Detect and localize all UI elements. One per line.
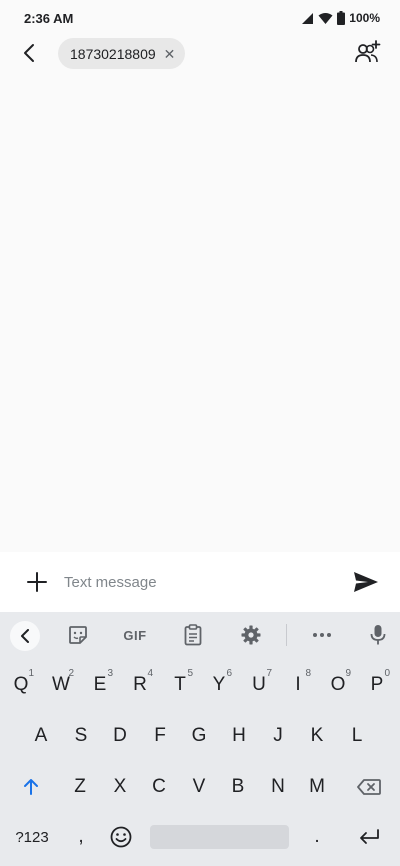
more-button[interactable] [310,623,334,647]
emoji-icon [110,826,132,848]
key-y[interactable]: Y6 [200,665,238,705]
battery-level: 100% [349,11,380,25]
send-icon [354,572,378,592]
clipboard-button[interactable] [181,623,205,647]
key-l[interactable]: L [338,716,376,756]
key-n[interactable]: N [259,767,297,807]
key-b[interactable]: B [219,767,257,807]
key-v[interactable]: V [180,767,218,807]
send-button[interactable] [352,568,380,596]
backspace-icon [357,779,381,795]
comma-key[interactable]: , [62,817,100,857]
sticker-button[interactable] [66,623,90,647]
key-r[interactable]: R4 [121,665,159,705]
clipboard-icon [184,624,202,646]
shift-icon [24,779,38,795]
chevron-left-icon [21,629,29,643]
space-key[interactable] [150,825,289,849]
sticker-icon [69,626,87,644]
back-arrow-icon [24,44,34,62]
key-h[interactable]: H [220,716,258,756]
emoji-key[interactable] [102,817,140,857]
message-input[interactable] [64,570,334,594]
add-people-button[interactable] [354,39,382,67]
enter-key[interactable] [346,817,392,857]
back-button[interactable] [16,40,42,66]
key-k[interactable]: K [298,716,336,756]
plus-icon [27,572,47,592]
status-bar: 2:36 AM 100% [0,0,400,36]
gear-icon [241,625,261,645]
recipient-chip[interactable]: 18730218809 ✕ [58,38,186,69]
key-t[interactable]: T5 [161,665,199,705]
key-d[interactable]: D [101,716,139,756]
conversation-header: 18730218809 ✕ [0,36,400,70]
key-u[interactable]: U7 [240,665,278,705]
key-w[interactable]: W2 [42,665,80,705]
keyboard-settings-button[interactable] [239,623,263,647]
gif-button[interactable]: GIF [120,623,150,647]
period-key[interactable]: . [298,817,336,857]
attach-button[interactable] [24,569,50,595]
more-icon [313,633,331,637]
key-e[interactable]: E3 [81,665,119,705]
key-p[interactable]: P0 [358,665,396,705]
key-q[interactable]: Q1 [2,665,40,705]
key-x[interactable]: X [101,767,139,807]
key-g[interactable]: G [180,716,218,756]
compose-bar [0,552,400,612]
close-icon[interactable]: ✕ [164,47,176,61]
keyboard: GIF Q 1 W 2 E 3 R 4 T 5 Y 6 U 7 I 8 O 9 … [0,612,400,866]
message-list[interactable] [0,70,400,552]
recipient-number: 18730218809 [70,45,156,62]
key-a[interactable]: A [22,716,60,756]
symbols-key[interactable]: ?123 [6,817,58,857]
enter-icon [360,829,379,844]
key-o[interactable]: O9 [319,665,357,705]
key-f[interactable]: F [141,716,179,756]
battery-icon [337,11,346,25]
wifi-icon [318,12,333,24]
shift-key[interactable] [8,767,54,807]
voice-input-button[interactable] [368,623,388,647]
keyboard-toolbar: GIF [0,612,400,658]
key-z[interactable]: Z [61,767,99,807]
status-time: 2:36 AM [24,10,74,26]
toolbar-divider [286,624,287,646]
backspace-key[interactable] [346,767,392,807]
mic-icon [370,625,386,645]
key-m[interactable]: M [298,767,336,807]
signal-icon [302,12,314,24]
key-c[interactable]: C [140,767,178,807]
keyboard-collapse-button[interactable] [10,621,40,651]
key-i[interactable]: I8 [279,665,317,705]
add-people-icon [355,40,381,63]
key-s[interactable]: S [62,716,100,756]
status-icons: 100% [301,11,380,25]
key-j[interactable]: J [259,716,297,756]
